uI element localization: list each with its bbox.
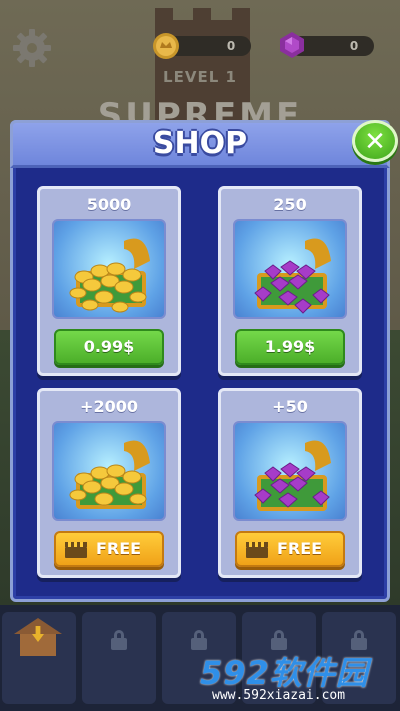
- coin-chest-icon: [52, 219, 166, 319]
- lock-icon: [271, 630, 287, 650]
- buy-button[interactable]: 0.99$: [54, 329, 164, 365]
- clapperboard-icon: [65, 542, 87, 558]
- gem-count: 0: [349, 39, 359, 53]
- item-amount: +50: [272, 397, 308, 416]
- free-video-button[interactable]: FREE: [235, 531, 345, 567]
- lock-icon: [351, 630, 367, 650]
- shop-item-card: 5000 0.99$: [37, 186, 181, 376]
- item-amount: 5000: [86, 195, 132, 214]
- lock-icon: [111, 630, 127, 650]
- coin-icon: [152, 32, 180, 60]
- close-button[interactable]: ✕: [352, 120, 398, 162]
- clapperboard-icon: [246, 542, 268, 558]
- shop-item-card: 250 1.99$: [218, 186, 362, 376]
- level-label: LEVEL 1: [163, 68, 237, 86]
- settings-gear-icon[interactable]: [10, 26, 54, 70]
- shop-title: SHOP: [152, 126, 248, 161]
- watermark-url: www.592xiazai.com: [212, 688, 346, 703]
- coin-chest-icon: [52, 421, 166, 521]
- free-button-label: FREE: [96, 539, 142, 558]
- item-amount: +2000: [80, 397, 138, 416]
- lock-icon: [191, 630, 207, 650]
- shop-item-card: +2000 FREE: [37, 388, 181, 578]
- gem-chest-icon: [233, 421, 347, 521]
- gem-chest-icon: [233, 219, 347, 319]
- buy-button[interactable]: 1.99$: [235, 329, 345, 365]
- item-amount: 250: [273, 195, 307, 214]
- bottom-slot-locked[interactable]: [82, 612, 156, 704]
- coin-count: 0: [226, 39, 236, 53]
- free-button-label: FREE: [277, 539, 323, 558]
- home-icon: [14, 618, 62, 658]
- close-icon: ✕: [364, 127, 386, 157]
- free-video-button[interactable]: FREE: [54, 531, 164, 567]
- gem-icon: [277, 30, 307, 60]
- shop-item-card: +50 FREE: [218, 388, 362, 578]
